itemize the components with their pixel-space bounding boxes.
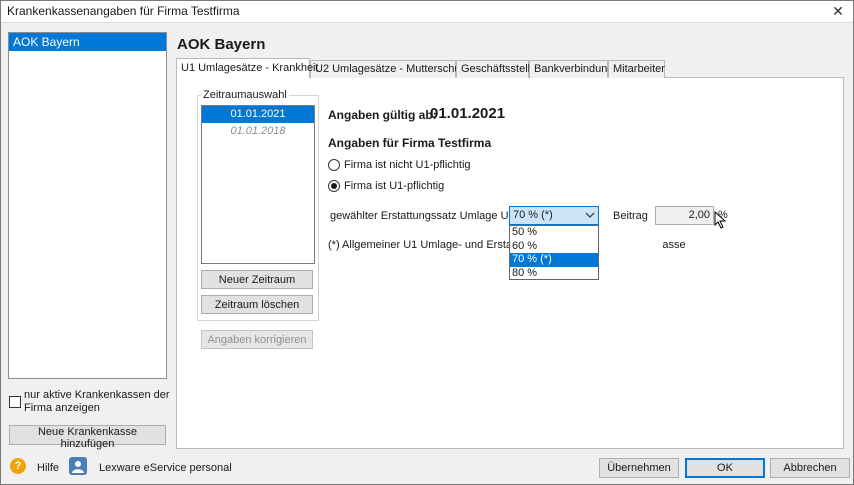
rate-note-start: (*) Allgemeiner U1 Umlage- und Erstattun (328, 239, 531, 251)
period-groupbox-title: Zeitraumauswahl (201, 89, 289, 101)
add-insurance-button[interactable]: Neue Krankenkasse hinzufügen (9, 425, 166, 450)
only-active-checkbox[interactable] (9, 396, 21, 408)
page-title: AOK Bayern (177, 36, 266, 53)
valid-from-label: Angaben gültig ab: (328, 108, 437, 122)
tab-geschaeftsstelle[interactable]: Geschäftsstelle (456, 60, 536, 78)
beitrag-input[interactable]: 2,00 (655, 206, 714, 225)
dialog-window: Krankenkassenangaben für Firma Testfirma… (0, 0, 854, 485)
rate-option-80[interactable]: 80 % (510, 267, 598, 281)
radio-obligated-label: Firma ist U1-pflichtig (344, 180, 445, 192)
radio-obligated[interactable] (328, 180, 340, 192)
correct-data-button[interactable]: Angaben korrigieren (201, 330, 313, 349)
rate-combobox[interactable]: 70 % (*) (509, 206, 599, 225)
rate-option-70[interactable]: 70 % (*) (510, 253, 598, 267)
valid-from-date: 01.01.2021 (430, 105, 506, 122)
tab-u2-mutterschutz[interactable]: U2 Umlagesätze - Mutterschutz (310, 60, 469, 78)
insurance-list[interactable]: AOK Bayern (8, 32, 167, 379)
rate-option-50[interactable]: 50 % (510, 226, 598, 240)
eservice-label[interactable]: Lexware eService personal (99, 462, 232, 474)
tab-mitarbeiter[interactable]: Mitarbeiter (608, 60, 665, 78)
radio-not-obligated[interactable] (328, 159, 340, 171)
period-item-2021[interactable]: 01.01.2021 (202, 106, 314, 123)
tab-bankverbindung[interactable]: Bankverbindung (529, 60, 614, 78)
rate-dropdown-list[interactable]: 50 % 60 % 70 % (*) 80 % (509, 225, 599, 280)
new-period-button[interactable]: Neuer Zeitraum (201, 270, 313, 289)
close-icon[interactable]: ✕ (829, 2, 847, 20)
help-label[interactable]: Hilfe (37, 462, 59, 474)
delete-period-button[interactable]: Zeitraum löschen (201, 295, 313, 314)
only-active-checkbox-label: nur aktive Krankenkassen der Firma anzei… (24, 389, 170, 414)
radio-not-obligated-label: Firma ist nicht U1-pflichtig (344, 159, 471, 171)
period-list[interactable]: 01.01.2021 01.01.2018 (201, 105, 315, 264)
mouse-cursor-icon (714, 211, 727, 229)
help-icon[interactable]: ? (10, 458, 26, 474)
chevron-down-icon[interactable] (585, 208, 595, 225)
rate-label: gewählter Erstattungssatz Umlage U1 (330, 210, 515, 222)
rate-note: (*) Allgemeiner U1 Umlage- und Erstattun… (328, 239, 686, 251)
ok-button[interactable]: OK (685, 458, 765, 478)
beitrag-label: Beitrag (613, 210, 648, 222)
apply-button[interactable]: Übernehmen (599, 458, 679, 478)
list-item-aok-bayern[interactable]: AOK Bayern (9, 33, 166, 51)
title-bar: Krankenkassenangaben für Firma Testfirma… (1, 1, 853, 23)
rate-option-60[interactable]: 60 % (510, 240, 598, 254)
tab-u1-krankheit[interactable]: U1 Umlagesätze - Krankheit (176, 58, 319, 78)
period-item-2018[interactable]: 01.01.2018 (202, 123, 314, 140)
window-title: Krankenkassenangaben für Firma Testfirma (7, 4, 240, 18)
cancel-button[interactable]: Abbrechen (770, 458, 850, 478)
rate-combobox-value: 70 % (*) (513, 209, 553, 221)
eservice-icon[interactable] (69, 457, 87, 475)
rate-note-end: asse (662, 239, 686, 251)
firm-heading: Angaben für Firma Testfirma (328, 136, 492, 150)
